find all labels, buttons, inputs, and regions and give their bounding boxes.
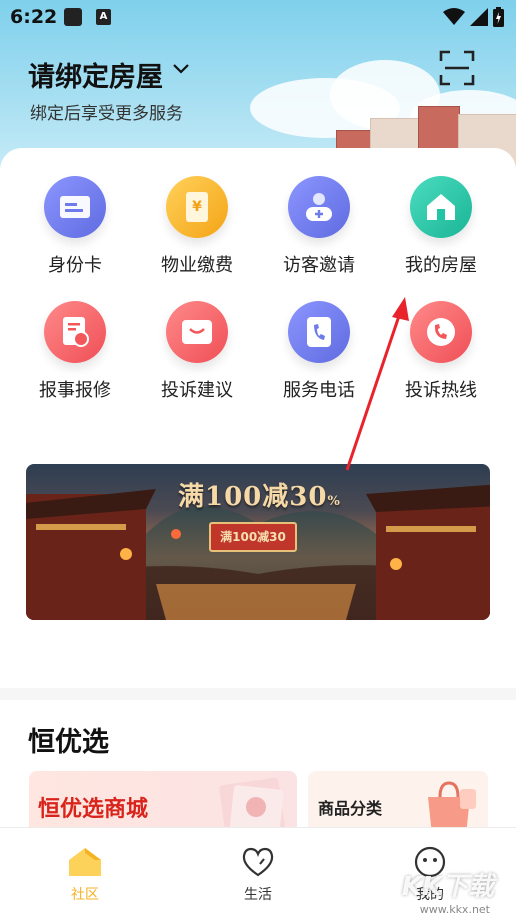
watermark-url: www.kkx.net: [419, 903, 490, 916]
phone-icon: [288, 301, 350, 363]
service-label: 服务电话: [283, 380, 355, 401]
category-promo-label: 商品分类: [318, 799, 383, 818]
status-bar: 6:22 A: [0, 0, 516, 34]
house-icon: [410, 176, 472, 238]
signal-icon: [470, 8, 488, 26]
service-label: 物业缴费: [161, 255, 233, 276]
bind-house-subtitle: 绑定后享受更多服务: [30, 104, 183, 124]
banner-sign: 满100减30: [209, 522, 297, 552]
payment-icon: ¥: [166, 176, 228, 238]
service-id-card[interactable]: 身份卡: [20, 176, 130, 277]
heart-icon: [242, 847, 274, 877]
service-label: 报事报修: [39, 380, 111, 401]
repair-icon: [44, 301, 106, 363]
visitor-icon: [288, 176, 350, 238]
service-complaint[interactable]: 投诉建议: [142, 301, 252, 402]
banner-headline: 满100减30%: [178, 482, 341, 512]
service-label: 身份卡: [48, 255, 102, 276]
community-icon: [69, 848, 101, 876]
service-label: 我的房屋: [405, 255, 477, 276]
service-label: 投诉热线: [405, 380, 477, 401]
hengyouxuan-section: 恒优选 恒优选商城 商品分类: [0, 700, 516, 841]
tab-label: 生活: [244, 887, 272, 903]
chevron-down-icon[interactable]: [172, 62, 190, 76]
service-hotline[interactable]: 投诉热线: [386, 301, 496, 402]
wifi-icon: [443, 8, 465, 25]
service-phone[interactable]: 服务电话: [264, 301, 374, 402]
service-label: 投诉建议: [161, 380, 233, 401]
service-repair-report[interactable]: 报事报修: [20, 301, 130, 402]
id-card-icon: [44, 176, 106, 238]
service-property-payment[interactable]: ¥ 物业缴费: [142, 176, 252, 277]
complaint-icon: [166, 301, 228, 363]
scan-icon[interactable]: [439, 50, 475, 86]
status-time: 6:22: [10, 6, 58, 28]
watermark-logo: KK下载: [401, 872, 494, 902]
battery-icon: [493, 7, 504, 27]
notification-icon: [64, 8, 82, 26]
mall-promo-label: 恒优选商城: [38, 797, 149, 822]
service-visitor-invite[interactable]: 访客邀请: [264, 176, 374, 277]
bind-house-title[interactable]: 请绑定房屋: [28, 55, 163, 94]
section-title: 恒优选: [28, 727, 109, 758]
app-notification-icon: A: [96, 9, 111, 25]
hotline-icon: [410, 301, 472, 363]
tab-label: 社区: [71, 887, 99, 903]
service-my-house[interactable]: 我的房屋: [386, 176, 496, 277]
tab-community[interactable]: 社区: [45, 846, 125, 904]
tab-life[interactable]: 生活: [218, 846, 298, 904]
svg-text:¥: ¥: [192, 199, 202, 215]
service-label: 访客邀请: [283, 255, 355, 276]
